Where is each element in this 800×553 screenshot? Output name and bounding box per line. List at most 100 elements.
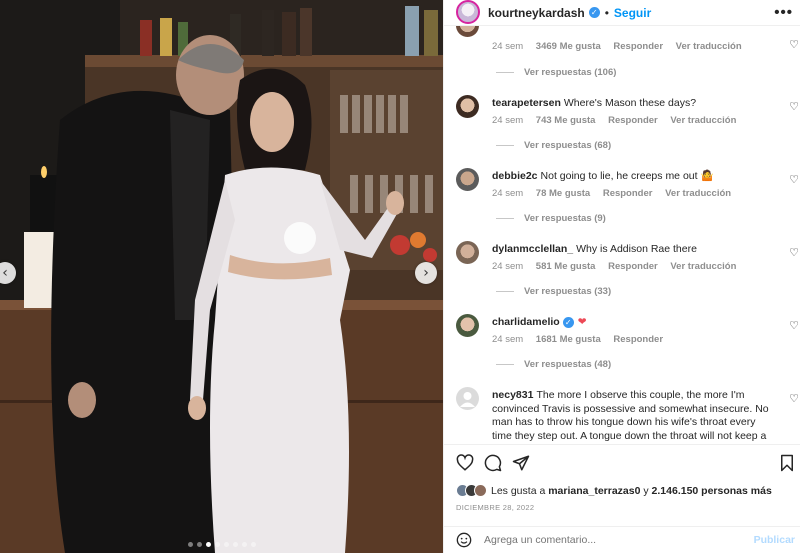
comment-body: Why is Addison Rae there xyxy=(576,243,697,255)
replies-line xyxy=(496,145,514,146)
view-replies-button[interactable]: Ver respuestas (48) xyxy=(496,359,611,370)
carousel-dot xyxy=(196,542,202,547)
comment-time: 24 sem xyxy=(492,334,524,345)
like-comment-heart-icon[interactable]: ♡ xyxy=(789,38,799,51)
like-heart-icon[interactable] xyxy=(456,454,474,472)
author-avatar[interactable] xyxy=(456,0,480,24)
comment-body: The more I observe this couple, the more… xyxy=(492,389,769,444)
instagram-post-view: ‹ › kourtneykardash ✓ • Seguir ••• 24 se… xyxy=(0,0,800,553)
translate-button[interactable]: Ver traducción xyxy=(670,115,736,126)
comment-likes[interactable]: 3469 Me gusta xyxy=(536,41,601,52)
photo-illustration xyxy=(0,0,443,553)
like-comment-heart-icon[interactable]: ♡ xyxy=(789,173,799,186)
more-options-icon[interactable]: ••• xyxy=(774,4,793,21)
post-photo[interactable]: ‹ › xyxy=(0,0,443,553)
save-bookmark-icon[interactable] xyxy=(779,454,795,472)
comment-username[interactable]: tearapetersen xyxy=(492,97,561,109)
comment-username[interactable]: dylanmcclellan_ xyxy=(492,243,573,255)
comment-time: 24 sem xyxy=(492,261,524,272)
likes-prefix: Les gusta a xyxy=(491,484,546,497)
comment-body: Where's Mason these days? xyxy=(563,97,697,109)
header-separator: • xyxy=(604,5,609,20)
post-header: kourtneykardash ✓ • Seguir ••• xyxy=(444,0,800,26)
comment-bubble-icon[interactable] xyxy=(484,454,502,472)
likes-text: Les gusta a mariana_terrazas0 y 2.146.15… xyxy=(491,485,772,497)
follow-button[interactable]: Seguir xyxy=(614,6,651,20)
carousel-dot xyxy=(241,542,247,547)
comment-likes[interactable]: 1681 Me gusta xyxy=(536,334,601,345)
view-replies-label: Ver respuestas (9) xyxy=(524,213,606,224)
post-actions-bar xyxy=(444,444,800,482)
like-comment-heart-icon[interactable]: ♡ xyxy=(789,392,799,405)
replies-line xyxy=(496,72,514,73)
carousel-dot xyxy=(223,542,229,547)
translate-button[interactable]: Ver traducción xyxy=(665,188,731,199)
comment-avatar[interactable] xyxy=(456,314,479,337)
comment-meta: 24 sem 743 Me gusta Responder Ver traduc… xyxy=(492,115,746,126)
view-replies-label: Ver respuestas (33) xyxy=(524,286,612,297)
comment-text: tearapetersen Where's Mason these days? xyxy=(492,97,770,111)
comment-time: 24 sem xyxy=(492,188,524,199)
carousel-dot xyxy=(232,542,238,547)
comment-input[interactable] xyxy=(484,534,734,546)
replies-line xyxy=(496,364,514,365)
default-avatar-icon xyxy=(460,392,475,407)
comment-body: ❤ xyxy=(577,316,587,328)
like-comment-heart-icon[interactable]: ♡ xyxy=(789,319,799,332)
comment-time: 24 sem xyxy=(492,115,524,126)
comment-text: dylanmcclellan_ Why is Addison Rae there xyxy=(492,243,770,257)
carousel-dot xyxy=(205,542,211,547)
view-replies-label: Ver respuestas (68) xyxy=(524,140,612,151)
chevron-left-icon: ‹ xyxy=(2,265,8,281)
likes-count[interactable]: 2.146.150 personas más xyxy=(652,485,772,497)
share-paper-plane-icon[interactable] xyxy=(512,454,530,472)
comment-time: 24 sem xyxy=(492,41,524,52)
comment-meta: 24 sem 1681 Me gusta Responder xyxy=(492,334,673,345)
carousel-dot xyxy=(250,542,256,547)
comment-avatar[interactable] xyxy=(456,95,479,118)
likes-user[interactable]: mariana_terrazas0 xyxy=(548,485,640,497)
comment-likes[interactable]: 743 Me gusta xyxy=(536,115,596,126)
comment-text: charlidamelio ✓ ❤ xyxy=(492,316,770,330)
liker-avatar xyxy=(474,484,487,497)
author-username[interactable]: kourtneykardash xyxy=(488,6,585,20)
verified-badge-icon: ✓ xyxy=(562,316,574,328)
translate-button[interactable]: Ver traducción xyxy=(670,261,736,272)
verified-badge-icon: ✓ xyxy=(588,7,600,18)
like-comment-heart-icon[interactable]: ♡ xyxy=(789,100,799,113)
comment-meta: 24 sem 581 Me gusta Responder Ver traduc… xyxy=(492,261,746,272)
view-replies-button[interactable]: Ver respuestas (68) xyxy=(496,140,611,151)
view-replies-label: Ver respuestas (48) xyxy=(524,359,612,370)
like-comment-heart-icon[interactable]: ♡ xyxy=(789,246,799,259)
carousel-dot xyxy=(214,542,220,547)
emoji-icon[interactable] xyxy=(456,532,472,548)
translate-button[interactable]: Ver traducción xyxy=(676,41,742,52)
likes-conj: y xyxy=(643,484,649,497)
carousel-dot xyxy=(187,542,193,547)
next-image-button[interactable]: › xyxy=(415,262,437,284)
comment-username[interactable]: necy831 xyxy=(492,389,533,401)
comments-list[interactable]: 24 sem 3469 Me gusta Responder Ver tradu… xyxy=(444,26,800,444)
comment-likes[interactable]: 581 Me gusta xyxy=(536,261,596,272)
comment-avatar[interactable] xyxy=(456,387,479,410)
comment-avatar[interactable] xyxy=(456,168,479,191)
add-comment-bar: Publicar xyxy=(444,526,800,553)
comment-avatar[interactable] xyxy=(456,26,479,37)
comment-likes[interactable]: 78 Me gusta xyxy=(536,188,590,199)
comment-body: Not going to lie, he creeps me out 🤷 xyxy=(540,170,714,182)
reply-button[interactable]: Responder xyxy=(608,115,658,126)
reply-button[interactable]: Responder xyxy=(608,261,658,272)
reply-button[interactable]: Responder xyxy=(603,188,653,199)
comment-username[interactable]: debbie2c xyxy=(492,170,538,182)
reply-button[interactable]: Responder xyxy=(613,334,663,345)
carousel-indicator xyxy=(0,542,443,547)
view-replies-button[interactable]: Ver respuestas (106) xyxy=(496,67,616,78)
publish-button[interactable]: Publicar xyxy=(754,534,795,546)
view-replies-button[interactable]: Ver respuestas (33) xyxy=(496,286,611,297)
likes-summary[interactable]: Les gusta a mariana_terrazas0 y 2.146.15… xyxy=(456,484,772,497)
post-date: DICIEMBRE 28, 2022 xyxy=(456,503,535,512)
reply-button[interactable]: Responder xyxy=(613,41,663,52)
comment-avatar[interactable] xyxy=(456,241,479,264)
view-replies-button[interactable]: Ver respuestas (9) xyxy=(496,213,606,224)
comment-username[interactable]: charlidamelio xyxy=(492,316,560,328)
